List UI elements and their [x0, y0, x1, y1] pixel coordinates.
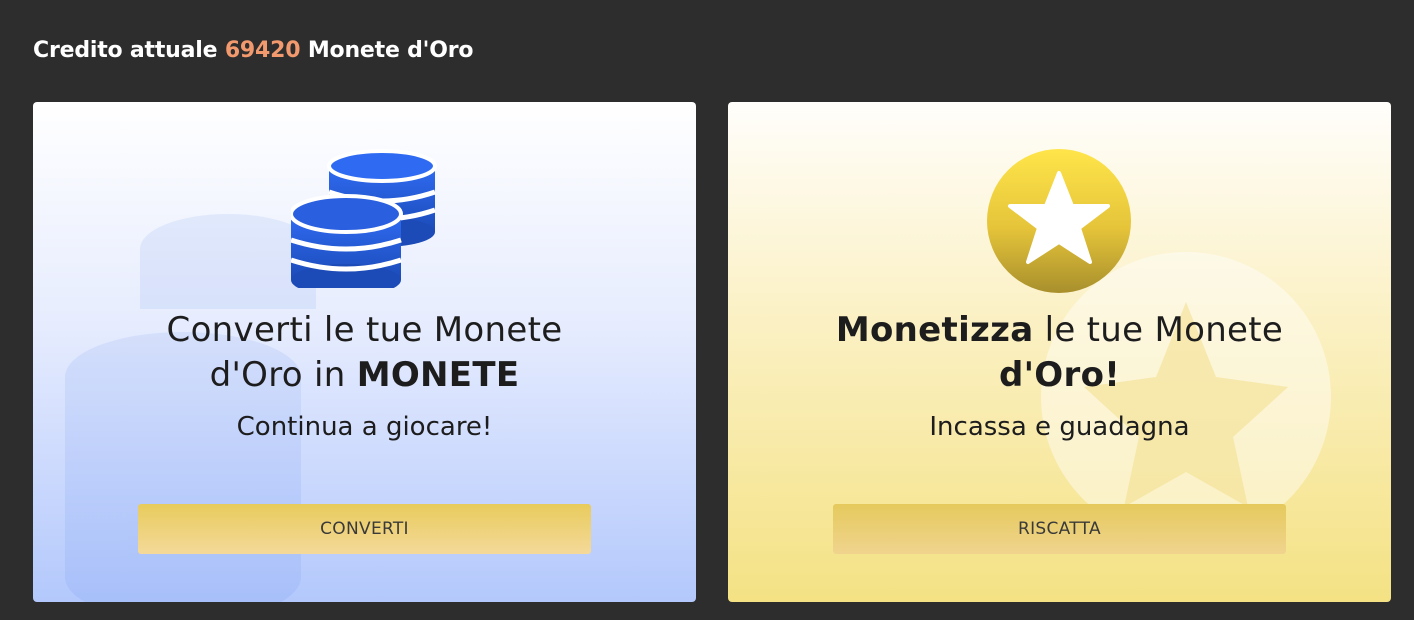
- convert-card: Converti le tue Monete d'Oro in MONETE C…: [33, 102, 696, 602]
- coins-stack-icon: [291, 149, 437, 288]
- monetize-title-text: le tue Monete: [1044, 310, 1284, 350]
- monetize-card-subtitle: Incassa e guadagna: [929, 412, 1190, 442]
- monetize-card-title: Monetizza le tue Monete d'Oro!: [728, 308, 1391, 398]
- credit-label: Credito attuale: [33, 38, 218, 63]
- credit-amount: 69420: [224, 38, 301, 63]
- gold-star-coin-icon: [987, 149, 1131, 293]
- credit-unit: Monete d'Oro: [307, 38, 474, 63]
- convert-card-title: Converti le tue Monete d'Oro in MONETE: [33, 308, 696, 398]
- convert-button[interactable]: CONVERTI: [138, 504, 591, 554]
- monetize-card: Monetizza le tue Monete d'Oro! Incassa e…: [728, 102, 1391, 602]
- monetize-title-bold-2: d'Oro!: [998, 355, 1121, 395]
- convert-title-bold: MONETE: [356, 355, 520, 395]
- redeem-button[interactable]: RISCATTA: [833, 504, 1286, 554]
- credit-header: Credito attuale 69420 Monete d'Oro: [33, 38, 473, 63]
- convert-card-subtitle: Continua a giocare!: [236, 412, 493, 442]
- monetize-title-bold: Monetizza: [835, 310, 1034, 350]
